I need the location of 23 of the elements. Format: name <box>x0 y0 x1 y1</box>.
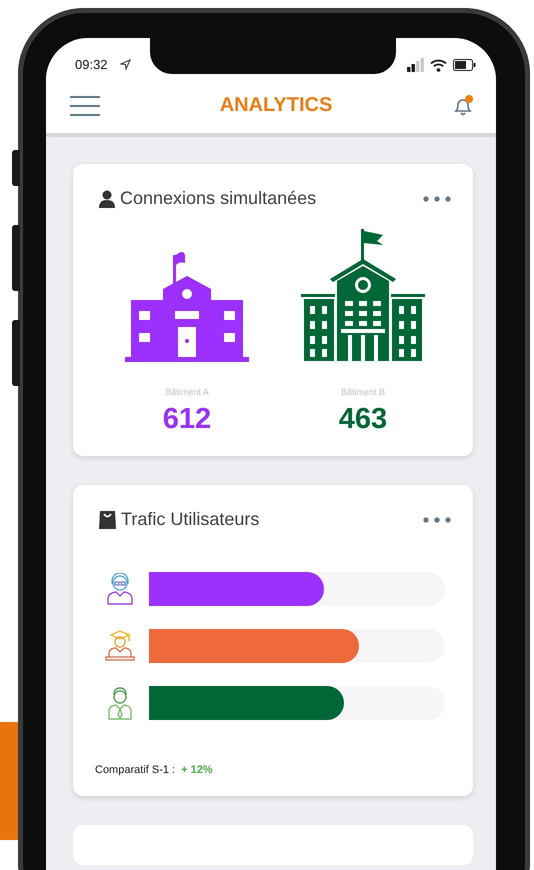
user-icon <box>99 190 115 208</box>
notification-bell-icon[interactable] <box>452 94 474 116</box>
status-time: 09:32 <box>75 57 108 72</box>
person-with-headset-icon <box>106 573 134 605</box>
comparison-label: Comparatif S-1 : <box>95 764 176 776</box>
battery-icon <box>453 59 476 71</box>
man-with-tie-icon <box>107 686 133 720</box>
app-title: ANALYTICS <box>220 94 332 117</box>
wifi-icon <box>430 58 447 72</box>
building-label: Bâtiment A <box>165 387 209 397</box>
location-arrow-icon <box>120 59 131 70</box>
more-options-icon[interactable] <box>423 196 451 202</box>
connection-count: 612 <box>162 403 212 436</box>
shopping-bag-icon <box>99 510 116 528</box>
building-label: Bâtiment B <box>340 387 386 397</box>
signal-icon <box>407 58 424 72</box>
comparison-value: + 12% <box>181 764 213 776</box>
menu-icon[interactable] <box>70 96 100 116</box>
card-title: Trafic Utilisateurs <box>121 509 260 530</box>
connection-count: 463 <box>338 403 388 436</box>
more-options-icon[interactable] <box>423 516 451 522</box>
card-title: Connexions simultanées <box>120 188 316 209</box>
graduate-icon <box>105 630 135 662</box>
